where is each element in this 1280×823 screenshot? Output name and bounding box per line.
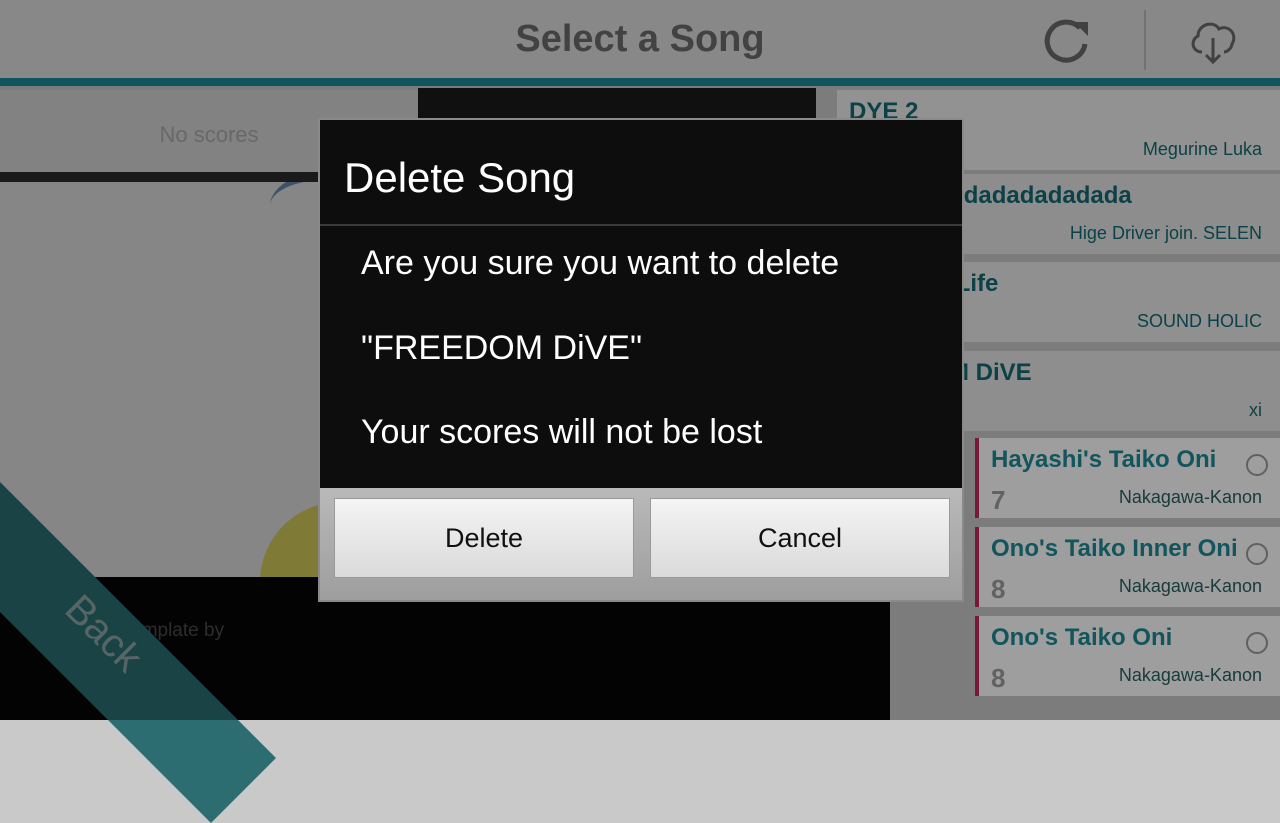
dialog-title: Delete Song	[344, 154, 576, 201]
delete-song-dialog: Delete Song Are you sure you want to del…	[318, 118, 964, 602]
dialog-song-name: "FREEDOM DiVE"	[361, 329, 643, 367]
delete-button[interactable]: Delete	[334, 498, 634, 578]
cancel-button[interactable]: Cancel	[650, 498, 950, 578]
dialog-message-line: Are you sure you want to delete	[361, 244, 840, 282]
dialog-button-bar: Delete Cancel	[320, 488, 962, 600]
dialog-note: Your scores will not be lost	[361, 413, 763, 451]
dialog-separator	[320, 224, 962, 226]
